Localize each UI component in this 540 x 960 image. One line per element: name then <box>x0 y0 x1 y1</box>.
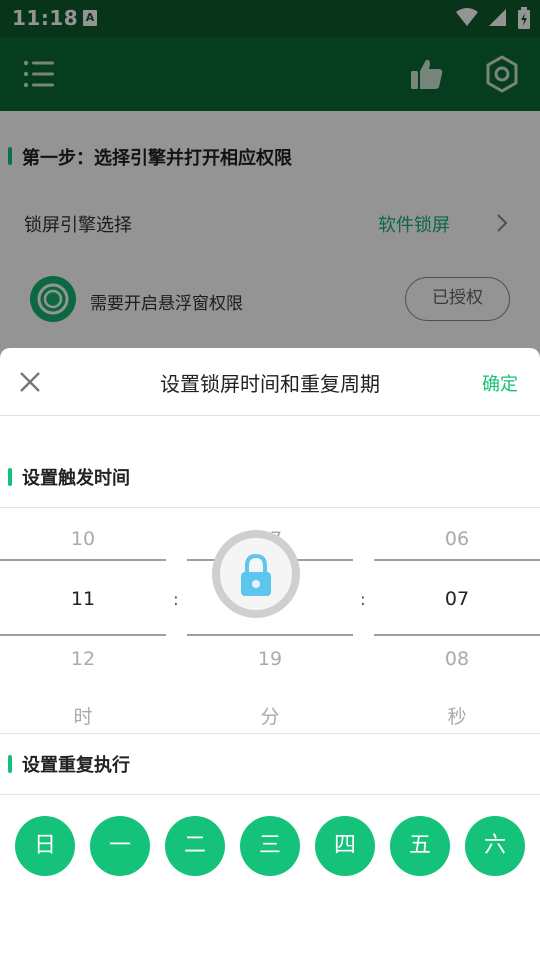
sheet-title: 设置锁屏时间和重复周期 <box>160 372 380 396</box>
picker-line <box>0 634 166 636</box>
weekday-wednesday[interactable]: 三 <box>240 816 300 876</box>
sheet-header: 设置锁屏时间和重复周期 确定 <box>0 348 540 416</box>
second-prev: 06 <box>444 528 470 550</box>
hour-prev: 10 <box>70 528 96 550</box>
weekday-thursday[interactable]: 四 <box>315 816 375 876</box>
divider <box>0 794 540 795</box>
section-marker <box>8 755 12 773</box>
floating-lock-button[interactable] <box>212 530 300 618</box>
section-marker <box>8 468 12 486</box>
weekday-sunday[interactable]: 日 <box>15 816 75 876</box>
hour-next: 12 <box>70 648 96 670</box>
second-selected: 07 <box>444 588 470 610</box>
picker-line <box>374 634 540 636</box>
time-separator: : <box>360 590 366 610</box>
weekday-selector: 日 一 二 三 四 五 六 <box>0 816 540 878</box>
time-separator: : <box>173 590 179 610</box>
divider <box>0 733 540 734</box>
minute-next: 19 <box>257 648 283 670</box>
weekday-saturday[interactable]: 六 <box>465 816 525 876</box>
close-icon[interactable] <box>18 370 42 394</box>
confirm-button[interactable]: 确定 <box>482 370 518 396</box>
hour-selected: 11 <box>70 588 96 610</box>
picker-line <box>187 634 353 636</box>
second-picker[interactable]: 06 07 08 <box>374 508 540 678</box>
minute-unit-label: 分 <box>260 706 280 728</box>
weekday-monday[interactable]: 一 <box>90 816 150 876</box>
second-next: 08 <box>444 648 470 670</box>
picker-line <box>374 559 540 561</box>
weekday-friday[interactable]: 五 <box>390 816 450 876</box>
hour-unit-label: 时 <box>73 706 93 728</box>
repeat-title: 设置重复执行 <box>22 755 130 776</box>
picker-line <box>0 559 166 561</box>
lock-icon <box>241 553 271 596</box>
second-unit-label: 秒 <box>447 706 467 728</box>
hour-picker[interactable]: 10 11 12 <box>0 508 166 678</box>
weekday-tuesday[interactable]: 二 <box>165 816 225 876</box>
trigger-time-title: 设置触发时间 <box>22 468 130 489</box>
time-settings-sheet: 设置锁屏时间和重复周期 确定 设置触发时间 10 11 12 : 17 18 1… <box>0 348 540 960</box>
